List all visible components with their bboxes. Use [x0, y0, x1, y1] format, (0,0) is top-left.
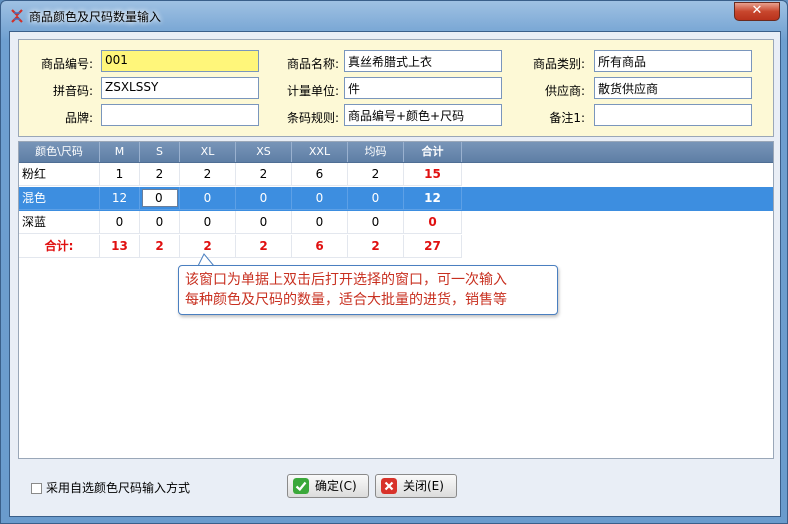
product-code-input[interactable]: 001: [101, 50, 259, 72]
barcode-rule-label: 条码规则:: [286, 111, 339, 125]
qty-cell[interactable]: 12: [100, 187, 140, 210]
qty-cell[interactable]: 0: [140, 211, 180, 234]
col-header-m[interactable]: M: [100, 142, 140, 162]
row-total-cell: 12: [404, 187, 462, 210]
qty-cell[interactable]: 0: [236, 187, 292, 210]
qty-cell[interactable]: 2: [348, 163, 404, 186]
check-icon: [293, 478, 309, 494]
brand-label: 品牌:: [64, 111, 93, 125]
qty-cell[interactable]: 0: [292, 211, 348, 234]
barcode-rule-input[interactable]: 商品编号+颜色+尺码: [344, 104, 502, 126]
tooltip-line-1: 该窗口为单据上双击后打开选择的窗口，可一次输入: [185, 272, 507, 288]
qty-cell-editing[interactable]: 0: [140, 187, 180, 210]
app-icon: [11, 9, 23, 23]
table-row[interactable]: 粉红 1 2 2 2 6 2 15: [19, 163, 773, 187]
column-total-cell: 2: [140, 235, 180, 258]
col-header-xs[interactable]: XS: [236, 142, 292, 162]
pinyin-input[interactable]: ZSXLSSY: [101, 77, 259, 99]
category-input[interactable]: 所有商品: [594, 50, 752, 72]
col-header-xl[interactable]: XL: [180, 142, 236, 162]
brand-input[interactable]: [101, 104, 259, 126]
window-close-button[interactable]: ✕: [734, 2, 780, 21]
confirm-button-label: 确定(C): [315, 479, 357, 493]
product-code-label: 商品编号:: [40, 57, 93, 71]
close-button-label: 关闭(E): [403, 479, 444, 493]
qty-cell[interactable]: 0: [100, 211, 140, 234]
product-name-input[interactable]: 真丝希腊式上衣: [344, 50, 502, 72]
totals-row: 合计: 13 2 2 2 6 2 27: [19, 235, 773, 259]
supplier-input[interactable]: 散货供应商: [594, 77, 752, 99]
unit-label: 计量单位:: [286, 84, 339, 98]
totals-label: 合计:: [19, 235, 100, 258]
qty-cell[interactable]: 6: [292, 163, 348, 186]
close-icon: ✕: [751, 3, 763, 18]
window-title: 商品颜色及尺码数量输入: [29, 10, 162, 24]
note-label: 备注1:: [549, 111, 585, 125]
column-total-cell: 13: [100, 235, 140, 258]
pinyin-label: 拼音码:: [52, 84, 93, 98]
product-info-panel: 商品编号: 001 商品名称: 真丝希腊式上衣 商品类别: 所有商品 拼音码: …: [18, 39, 774, 137]
row-color-name[interactable]: 深蓝: [19, 211, 100, 234]
qty-cell[interactable]: 0: [236, 211, 292, 234]
close-button[interactable]: 关闭(E): [375, 474, 457, 498]
column-total-cell: 6: [292, 235, 348, 258]
unit-input[interactable]: 件: [344, 77, 502, 99]
row-total-cell: 15: [404, 163, 462, 186]
confirm-button[interactable]: 确定(C): [287, 474, 369, 498]
checkbox-label: 采用自选颜色尺码输入方式: [46, 481, 191, 495]
col-header-total[interactable]: 合计: [404, 142, 462, 162]
close-icon: [381, 478, 397, 494]
checkbox-box[interactable]: [31, 483, 42, 494]
row-total-cell: 0: [404, 211, 462, 234]
supplier-label: 供应商:: [544, 84, 585, 98]
qty-cell[interactable]: 0: [180, 187, 236, 210]
tooltip-line-2: 每种颜色及尺码的数量，适合大批量的进货，销售等: [185, 292, 507, 308]
help-tooltip: 该窗口为单据上双击后打开选择的窗口，可一次输入 每种颜色及尺码的数量，适合大批量…: [178, 265, 558, 315]
qty-cell[interactable]: 0: [180, 211, 236, 234]
qty-cell[interactable]: 0: [348, 187, 404, 210]
qty-cell[interactable]: 1: [100, 163, 140, 186]
qty-edit-input[interactable]: 0: [142, 189, 178, 207]
qty-cell[interactable]: 0: [292, 187, 348, 210]
dialog-client: 商品编号: 001 商品名称: 真丝希腊式上衣 商品类别: 所有商品 拼音码: …: [9, 31, 781, 517]
note-input[interactable]: [594, 104, 752, 126]
col-header-onesize[interactable]: 均码: [348, 142, 404, 162]
qty-cell[interactable]: 2: [236, 163, 292, 186]
table-row[interactable]: 深蓝 0 0 0 0 0 0 0: [19, 211, 773, 235]
row-color-name[interactable]: 粉红: [19, 163, 100, 186]
qty-cell[interactable]: 2: [140, 163, 180, 186]
table-row-selected[interactable]: 混色 12 0 0 0 0 0 12: [19, 187, 773, 211]
custom-input-mode-checkbox[interactable]: 采用自选颜色尺码输入方式: [31, 479, 190, 496]
column-total-cell: 2: [236, 235, 292, 258]
qty-cell[interactable]: 0: [348, 211, 404, 234]
qty-cell[interactable]: 2: [180, 163, 236, 186]
grand-total-cell: 27: [404, 235, 462, 258]
title-bar[interactable]: 商品颜色及尺码数量输入 ✕: [1, 1, 787, 31]
product-name-label: 商品名称:: [286, 57, 339, 71]
grid-header: 颜色\尺码 M S XL XS XXL 均码 合计: [19, 142, 773, 163]
row-color-name[interactable]: 混色: [19, 187, 100, 210]
col-header-color-size[interactable]: 颜色\尺码: [19, 142, 100, 162]
col-header-s[interactable]: S: [140, 142, 180, 162]
dialog-window: 商品颜色及尺码数量输入 ✕ 商品编号: 001 商品名称: 真丝希腊式上衣 商品…: [0, 0, 788, 524]
col-header-xxl[interactable]: XXL: [292, 142, 348, 162]
column-total-cell: 2: [348, 235, 404, 258]
category-label: 商品类别:: [532, 57, 585, 71]
